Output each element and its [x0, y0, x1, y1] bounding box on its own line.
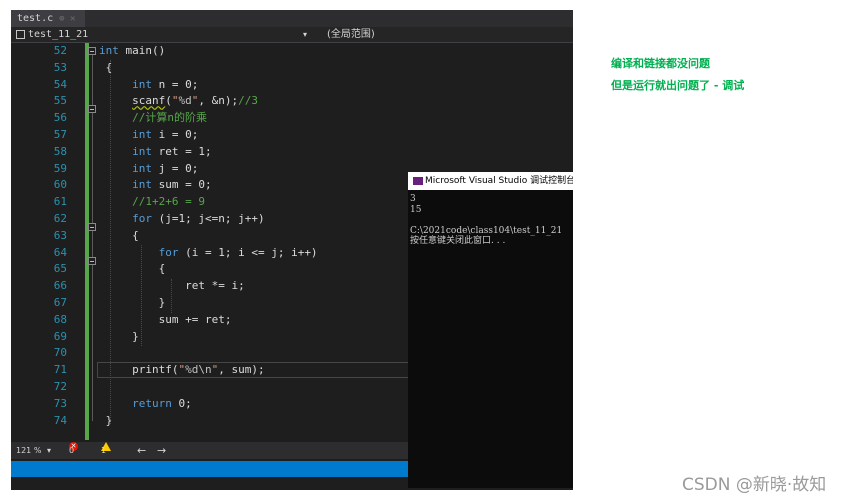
watermark: CSDN @新晓·故知	[682, 475, 827, 495]
chevron-down-icon[interactable]: ▾	[303, 27, 307, 42]
line-number: 61	[53, 195, 67, 209]
line-number: 56	[53, 111, 67, 125]
line-number: 69	[53, 329, 67, 343]
line-number: 59	[53, 161, 67, 175]
project-icon	[16, 30, 25, 39]
console-output: 3 15 C:\2021code\class104\test_11_21 按任意…	[410, 194, 563, 246]
tab-test-c[interactable]: test.c ⊕ ✕	[11, 10, 85, 27]
line-number: 52	[53, 44, 67, 57]
line-number: 62	[53, 211, 67, 225]
line-number: 53	[53, 60, 67, 74]
zoom-dropdown-icon[interactable]: ▾	[47, 442, 51, 459]
annotation-line-2: 但是运行就出问题了 - 调试	[611, 79, 745, 92]
tab-bar: test.c ⊕ ✕	[11, 10, 573, 27]
collapse-icon[interactable]	[88, 105, 96, 113]
visual-studio-icon	[413, 176, 423, 185]
nav-forward-button[interactable]: →	[157, 442, 166, 459]
collapse-icon[interactable]	[88, 257, 96, 265]
collapse-icon[interactable]	[88, 47, 96, 55]
nav-back-button[interactable]: ←	[137, 442, 146, 459]
line-number: 72	[53, 379, 67, 393]
code-line-58: int ret = 1;	[132, 144, 212, 158]
code-line-56: //计算n的阶乘	[132, 111, 207, 125]
change-tracking-bar	[85, 43, 89, 440]
code-line-54: int n = 0;	[132, 77, 199, 91]
collapse-icon[interactable]	[88, 223, 96, 231]
debug-console-window[interactable]: Microsoft Visual Studio 调试控制台 3 15 C:\20…	[408, 172, 573, 488]
tab-pin-close-icon[interactable]: ⊕ ✕	[59, 14, 75, 24]
line-number: 74	[53, 413, 67, 427]
navigation-bar: test_11_21 ▾ (全局范围)	[11, 27, 573, 43]
line-number: 58	[53, 144, 67, 158]
line-number: 67	[53, 295, 67, 309]
annotation-line-1: 编译和链接都没问题	[611, 57, 710, 70]
code-line-57: int i = 0;	[132, 127, 199, 141]
line-number: 63	[53, 228, 67, 242]
tab-label: test.c	[17, 13, 54, 24]
line-number: 73	[53, 396, 67, 410]
line-number: 66	[53, 279, 67, 293]
line-number: 71	[53, 363, 67, 377]
line-number: 55	[53, 94, 67, 108]
line-number: 60	[53, 178, 67, 192]
line-number: 65	[53, 262, 67, 276]
line-number: 70	[53, 346, 67, 360]
line-number-gutter: 52 53 54 55 56 57 58 59 60 61 62 63 64 65 66 67 68 69 70 71…	[51, 43, 67, 429]
zoom-level[interactable]: 121 %	[16, 442, 41, 459]
scope-dropdown[interactable]: (全局范围)	[327, 27, 375, 42]
line-number: 68	[53, 312, 67, 326]
line-number: 54	[53, 77, 67, 91]
project-dropdown[interactable]: test_11_21	[28, 27, 88, 42]
code-line-52: int main()	[99, 44, 166, 57]
console-title: Microsoft Visual Studio 调试控制台	[425, 176, 573, 186]
line-number: 57	[53, 127, 67, 141]
code-line-53: {	[105, 60, 113, 74]
code-line-55: scanf("%d", &n);//3	[132, 94, 258, 108]
console-title-bar[interactable]: Microsoft Visual Studio 调试控制台	[408, 172, 573, 190]
line-number: 64	[53, 245, 67, 259]
